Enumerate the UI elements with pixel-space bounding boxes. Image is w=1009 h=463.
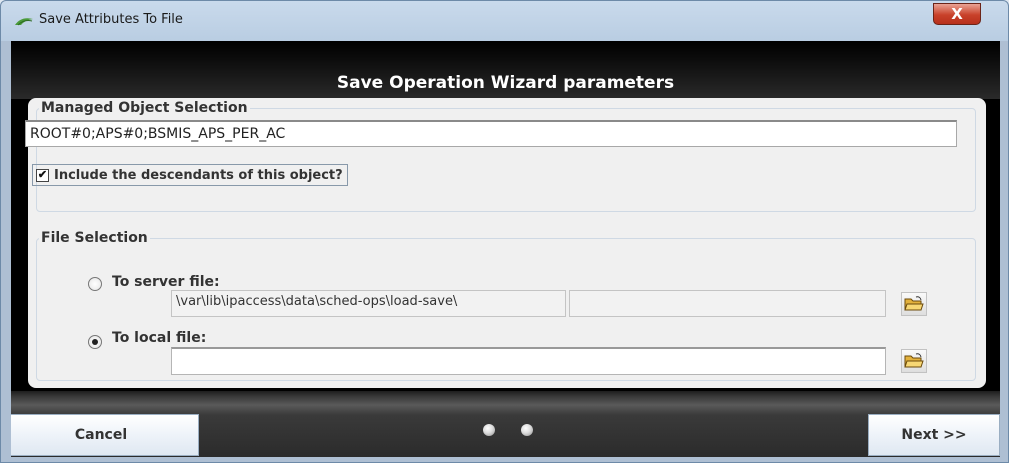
server-path-field: \var\lib\ipaccess\data\sched-ops\load-sa… bbox=[171, 290, 566, 317]
dialog-window: Save Attributes To File X Save Operation… bbox=[0, 0, 1009, 463]
local-file-label: To local file: bbox=[112, 330, 207, 346]
managed-object-input[interactable]: ROOT#0;APS#0;BSMIS_APS_PER_AC bbox=[25, 120, 957, 147]
server-file-radio[interactable] bbox=[88, 277, 102, 291]
next-button[interactable]: Next >> bbox=[868, 414, 1000, 456]
wizard-content: Save Operation Wizard parameters Managed… bbox=[11, 41, 1000, 457]
server-path-text: \var\lib\ipaccess\data\sched-ops\load-sa… bbox=[176, 294, 458, 309]
wizard-header: Save Operation Wizard parameters bbox=[11, 41, 1000, 99]
server-filename-input[interactable] bbox=[569, 290, 886, 317]
server-browse-button[interactable] bbox=[901, 292, 927, 316]
cancel-button[interactable]: Cancel bbox=[11, 414, 199, 456]
managed-object-legend: Managed Object Selection bbox=[41, 100, 248, 116]
open-folder-icon bbox=[904, 296, 924, 311]
file-selection-legend: File Selection bbox=[41, 230, 148, 246]
local-file-input[interactable] bbox=[171, 347, 886, 375]
server-file-label: To server file: bbox=[112, 274, 220, 290]
window-title: Save Attributes To File bbox=[39, 12, 183, 27]
step-indicator-dot bbox=[521, 424, 533, 436]
checkbox-box[interactable]: ✔ bbox=[36, 168, 49, 182]
include-descendants-checkbox[interactable]: ✔ Include the descendants of this object… bbox=[32, 164, 348, 186]
local-file-radio[interactable] bbox=[88, 335, 102, 349]
step-indicator-dot bbox=[483, 424, 495, 436]
wizard-title: Save Operation Wizard parameters bbox=[336, 73, 675, 93]
local-browse-button[interactable] bbox=[901, 349, 927, 373]
open-folder-icon bbox=[904, 353, 924, 368]
close-button[interactable]: X bbox=[933, 3, 981, 25]
app-leaf-icon bbox=[15, 18, 33, 26]
include-descendants-label: Include the descendants of this object? bbox=[54, 167, 343, 183]
title-bar[interactable]: Save Attributes To File X bbox=[1, 1, 1008, 41]
managed-object-group: Managed Object Selection bbox=[36, 100, 976, 212]
